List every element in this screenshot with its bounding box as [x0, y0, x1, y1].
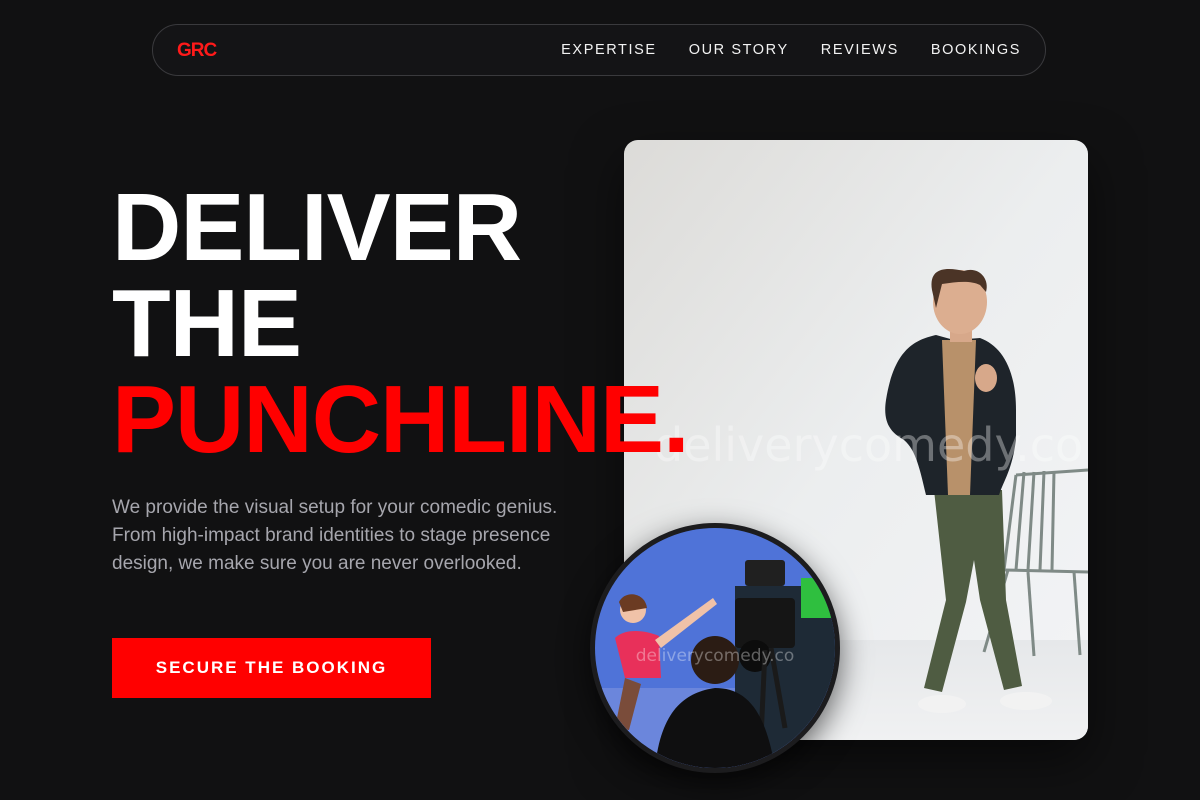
- top-navbar: GRC EXPERTISE OUR STORY REVIEWS BOOKINGS: [152, 24, 1046, 76]
- secure-booking-button[interactable]: SECURE THE BOOKING: [112, 638, 431, 698]
- hero-headline: DELIVER THE PUNCHLINE.: [112, 174, 690, 473]
- headline-accent: PUNCHLINE.: [112, 366, 690, 473]
- behind-the-scenes-photo: deliverycomedy.co: [590, 523, 840, 773]
- nav-link-reviews[interactable]: REVIEWS: [821, 42, 899, 58]
- nav-link-bookings[interactable]: BOOKINGS: [931, 42, 1021, 58]
- brand-logo[interactable]: GRC: [177, 40, 217, 62]
- nav-link-our-story[interactable]: OUR STORY: [689, 42, 789, 58]
- headline-line-2: THE: [112, 270, 302, 377]
- nav-link-expertise[interactable]: EXPERTISE: [561, 42, 657, 58]
- headline-line-1: DELIVER: [112, 174, 522, 281]
- hero-description: We provide the visual setup for your com…: [112, 497, 558, 574]
- nav-links: EXPERTISE OUR STORY REVIEWS BOOKINGS: [561, 25, 1021, 75]
- landing-page: GRC EXPERTISE OUR STORY REVIEWS BOOKINGS: [0, 0, 1200, 800]
- circle-photo-watermark: deliverycomedy.co: [635, 646, 795, 666]
